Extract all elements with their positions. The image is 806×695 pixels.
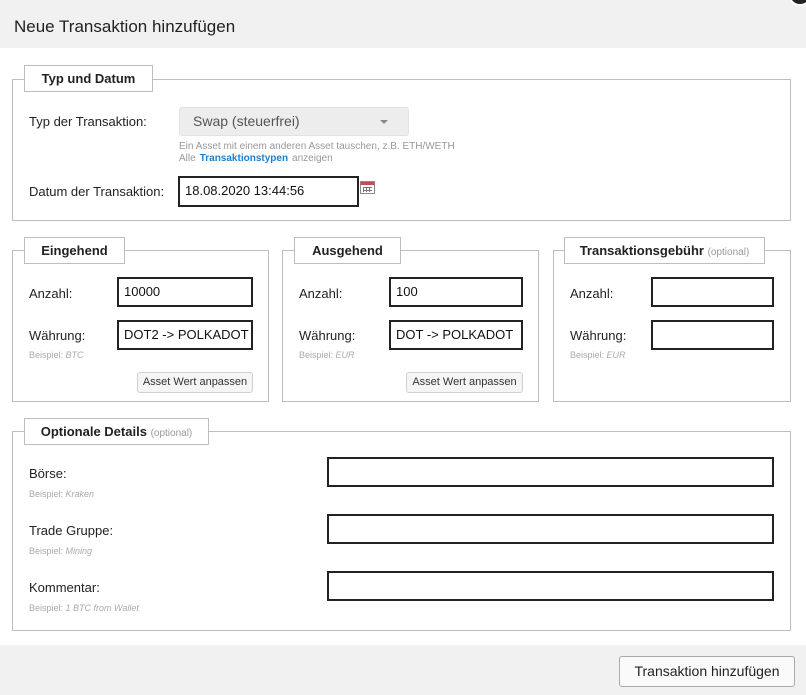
comment-example-value: 1 BTC from Wallet <box>65 603 139 613</box>
comment-example: Beispiel: 1 BTC from Wallet <box>29 603 139 613</box>
exchange-input[interactable] <box>327 457 774 487</box>
fee-example-value: EUR <box>606 350 626 360</box>
chevron-down-icon <box>380 120 388 124</box>
outgoing-example: Beispiel: EUR <box>299 350 355 360</box>
hint-prefix: Alle <box>179 153 196 164</box>
comment-example-prefix: Beispiel: <box>29 603 64 613</box>
outgoing-currency-label: Währung: <box>299 328 356 343</box>
trade-group-example: Beispiel: Mining <box>29 546 92 556</box>
exchange-example-prefix: Beispiel: <box>29 489 64 499</box>
optional-legend: Optionale Details (optional) <box>24 418 209 445</box>
transaction-type-hint: Ein Asset mit einem anderen Asset tausch… <box>179 141 455 165</box>
incoming-currency-label: Währung: <box>29 328 86 343</box>
optional-legend-optional: (optional) <box>150 428 193 439</box>
outgoing-currency-input[interactable]: DOT -> POLKADOT <box>389 320 523 350</box>
comment-label: Kommentar: <box>29 580 100 595</box>
exchange-example-value: Kraken <box>65 489 95 499</box>
hint-suffix: anzeigen <box>292 153 333 164</box>
transaction-types-link[interactable]: Transaktionstypen <box>200 153 288 164</box>
trade-group-input[interactable] <box>327 514 774 544</box>
fee-example-prefix: Beispiel: <box>570 350 605 360</box>
type-date-legend: Typ und Datum <box>24 65 153 92</box>
incoming-amount-label: Anzahl: <box>29 286 73 301</box>
add-transaction-button[interactable]: Transaktion hinzufügen <box>619 656 795 687</box>
outgoing-adjust-button[interactable]: Asset Wert anpassen <box>406 372 523 393</box>
type-hint-text: Ein Asset mit einem anderen Asset tausch… <box>179 141 455 152</box>
outgoing-amount-label: Anzahl: <box>299 286 343 301</box>
fee-currency-input[interactable] <box>651 320 774 350</box>
dialog-header: Neue Transaktion hinzufügen <box>0 0 806 48</box>
calendar-icon[interactable] <box>360 181 375 194</box>
incoming-example-prefix: Beispiel: <box>29 350 64 360</box>
fee-example: Beispiel: EUR <box>570 350 626 360</box>
dialog-title: Neue Transaktion hinzufügen <box>14 17 236 36</box>
trade-group-label: Trade Gruppe: <box>29 523 114 538</box>
transaction-type-value: Swap (steuerfrei) <box>193 113 300 129</box>
date-input[interactable]: 18.08.2020 13:44:56 <box>178 176 359 207</box>
exchange-label: Börse: <box>29 466 67 481</box>
outgoing-example-prefix: Beispiel: <box>299 350 334 360</box>
fee-currency-label: Währung: <box>570 328 627 343</box>
fee-legend: Transaktionsgebühr (optional) <box>564 237 765 264</box>
trade-group-example-prefix: Beispiel: <box>29 546 64 556</box>
fee-legend-title: Transaktionsgebühr <box>579 243 704 258</box>
transaction-type-select[interactable]: Swap (steuerfrei) <box>179 107 409 136</box>
close-icon[interactable] <box>788 0 806 6</box>
incoming-currency-input[interactable]: DOT2 -> POLKADOT <box>117 320 253 350</box>
incoming-example-value: BTC <box>65 350 84 360</box>
outgoing-legend: Ausgehend <box>294 237 401 264</box>
fee-amount-label: Anzahl: <box>570 286 614 301</box>
fee-legend-optional: (optional) <box>707 247 750 258</box>
comment-input[interactable] <box>327 571 774 601</box>
outgoing-example-value: EUR <box>335 350 355 360</box>
incoming-example: Beispiel: BTC <box>29 350 84 360</box>
trade-group-example-value: Mining <box>65 546 93 556</box>
incoming-adjust-button[interactable]: Asset Wert anpassen <box>137 372 253 393</box>
incoming-amount-input[interactable]: 10000 <box>117 277 253 307</box>
optional-legend-title: Optionale Details <box>40 424 147 439</box>
outgoing-amount-input[interactable]: 100 <box>389 277 523 307</box>
incoming-legend: Eingehend <box>24 237 125 264</box>
exchange-example: Beispiel: Kraken <box>29 489 94 499</box>
type-label: Typ der Transaktion: <box>29 114 147 129</box>
date-label: Datum der Transaktion: <box>29 184 165 199</box>
fee-amount-input[interactable] <box>651 277 774 307</box>
